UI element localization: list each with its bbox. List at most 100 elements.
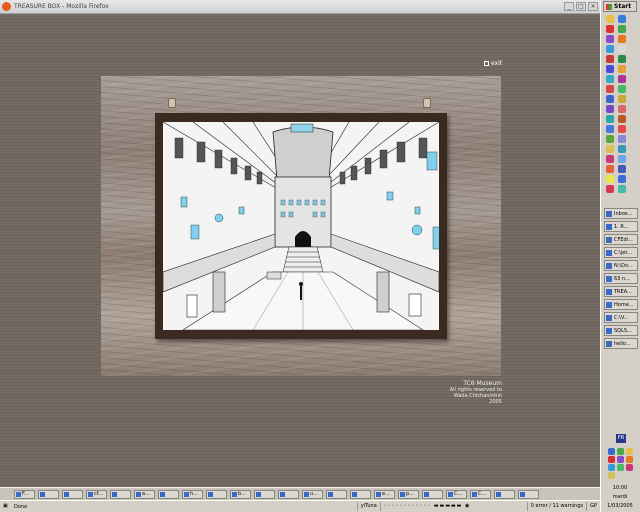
task-button[interactable]: Home...: [604, 299, 638, 310]
quick-launch-icon[interactable]: [618, 15, 626, 23]
taskbar-button[interactable]: a...: [134, 489, 155, 499]
task-button[interactable]: 1. R...: [604, 221, 638, 232]
quick-launch-icon[interactable]: [618, 105, 626, 113]
exit-label: exit: [491, 60, 503, 67]
clock-day: mardi: [612, 494, 628, 500]
taskbar-button[interactable]: [518, 489, 539, 499]
maximize-button[interactable]: □: [576, 2, 586, 11]
quick-launch-icon[interactable]: [606, 85, 614, 93]
taskbar-button[interactable]: u...: [302, 489, 323, 499]
quick-launch-icon[interactable]: [618, 135, 626, 143]
taskbar-button[interactable]: cf...: [86, 489, 107, 499]
task-button[interactable]: N:\Do...: [604, 260, 638, 271]
taskbar-button[interactable]: [158, 489, 179, 499]
taskbar-button[interactable]: [254, 489, 275, 499]
museum-hall-sketch[interactable]: [163, 122, 439, 330]
task-button[interactable]: SQLS...: [604, 325, 638, 336]
quick-launch-icon[interactable]: [618, 45, 626, 53]
task-button[interactable]: hello...: [604, 338, 638, 349]
quick-launch-icon[interactable]: [606, 135, 614, 143]
quick-launch-icon[interactable]: [618, 95, 626, 103]
taskbar-button[interactable]: C...: [470, 489, 491, 499]
quick-launch-icon[interactable]: [606, 155, 614, 163]
taskbar-button[interactable]: [206, 489, 227, 499]
task-button[interactable]: CFEdi...: [604, 234, 638, 245]
taskbar-button[interactable]: [62, 489, 83, 499]
quick-launch-icon[interactable]: [606, 165, 614, 173]
taskbar-button[interactable]: h...: [182, 489, 203, 499]
taskbar-button[interactable]: [422, 489, 443, 499]
quick-launch-icon[interactable]: [618, 25, 626, 33]
quick-launch-icon[interactable]: [618, 65, 626, 73]
quick-launch-icon[interactable]: [618, 155, 626, 163]
task-button[interactable]: 63 n...: [604, 273, 638, 284]
tray-icon[interactable]: [608, 472, 615, 479]
taskbar-button[interactable]: e...: [374, 489, 395, 499]
app-icon: [208, 491, 213, 497]
quick-launch-icon[interactable]: [606, 35, 614, 43]
quick-launch-icon[interactable]: [618, 175, 626, 183]
quick-launch-icon[interactable]: [606, 185, 614, 193]
taskbar-button[interactable]: b...: [230, 489, 251, 499]
quick-launch-icon[interactable]: [618, 115, 626, 123]
quick-launch-icon[interactable]: [606, 65, 614, 73]
quick-launch-icon[interactable]: [618, 165, 626, 173]
taskbar-button[interactable]: [38, 489, 59, 499]
task-button[interactable]: C:\jet...: [604, 247, 638, 258]
task-button[interactable]: Inbox...: [604, 208, 638, 219]
quick-launch-icon[interactable]: [606, 95, 614, 103]
quick-launch-icon[interactable]: [618, 145, 626, 153]
quick-launch-icon[interactable]: [606, 125, 614, 133]
quick-launch-icon[interactable]: [606, 15, 614, 23]
quick-launch-icon[interactable]: [606, 175, 614, 183]
taskbar-button[interactable]: [278, 489, 299, 499]
taskbar-button[interactable]: C...: [446, 489, 467, 499]
tray-icon[interactable]: [608, 448, 615, 455]
taskbar-button[interactable]: [326, 489, 347, 499]
taskbar-button[interactable]: [350, 489, 371, 499]
tray-icon[interactable]: [617, 448, 624, 455]
app-icon: [40, 491, 45, 497]
tray-icon[interactable]: [626, 448, 633, 455]
clock[interactable]: 10:00 mardi 1/03/2005: [602, 484, 638, 511]
exit-link[interactable]: exit: [484, 60, 502, 67]
taskbar-button[interactable]: [494, 489, 515, 499]
toolbar-icons[interactable]: ◦◦◦◦◦◦◦◦◦◦◦◦ ▬▬▬▬▬ ◉: [379, 502, 527, 511]
tray-icon[interactable]: [626, 456, 633, 463]
quick-launch-icon[interactable]: [618, 55, 626, 63]
tray-icon[interactable]: [608, 464, 615, 471]
quick-launch-icon[interactable]: [606, 105, 614, 113]
task-button[interactable]: TREA...: [604, 286, 638, 297]
quick-launch-icon[interactable]: [618, 35, 626, 43]
taskbar-button[interactable]: p...: [398, 489, 419, 499]
app-icon: [136, 491, 141, 497]
quick-launch-icon[interactable]: [618, 125, 626, 133]
quick-launch-icon[interactable]: [606, 115, 614, 123]
start-button[interactable]: Start: [603, 1, 637, 12]
quick-launch-icon[interactable]: [618, 75, 626, 83]
tray-icon[interactable]: [617, 456, 624, 463]
close-button[interactable]: ×: [588, 2, 598, 11]
taskbar-button[interactable]: F...: [14, 489, 35, 499]
quick-launch-icon[interactable]: [618, 185, 626, 193]
nail-right: [423, 98, 431, 108]
task-button[interactable]: C:\V...: [604, 312, 638, 323]
lang-badge[interactable]: FR: [616, 434, 626, 443]
app-icon: [88, 491, 93, 497]
tray-icon[interactable]: [626, 464, 633, 471]
tray-icon[interactable]: [617, 464, 624, 471]
quick-launch-icon[interactable]: [606, 145, 614, 153]
quick-launch-icon[interactable]: [606, 45, 614, 53]
quick-launch-icon[interactable]: [606, 75, 614, 83]
quick-launch-icon[interactable]: [606, 55, 614, 63]
search-engine-label[interactable]: yiTuna: [356, 502, 380, 511]
quick-launch-icon[interactable]: [618, 85, 626, 93]
app-icon: [112, 491, 117, 497]
error-count[interactable]: 0 error / 11 warnings: [526, 502, 586, 511]
quick-launch-icon[interactable]: [606, 25, 614, 33]
taskbar-button[interactable]: [110, 489, 131, 499]
tray-icon[interactable]: [608, 456, 615, 463]
minimize-button[interactable]: _: [564, 2, 574, 11]
taskbar-button-label: F...: [22, 491, 29, 497]
windows-logo-icon: [606, 3, 612, 10]
